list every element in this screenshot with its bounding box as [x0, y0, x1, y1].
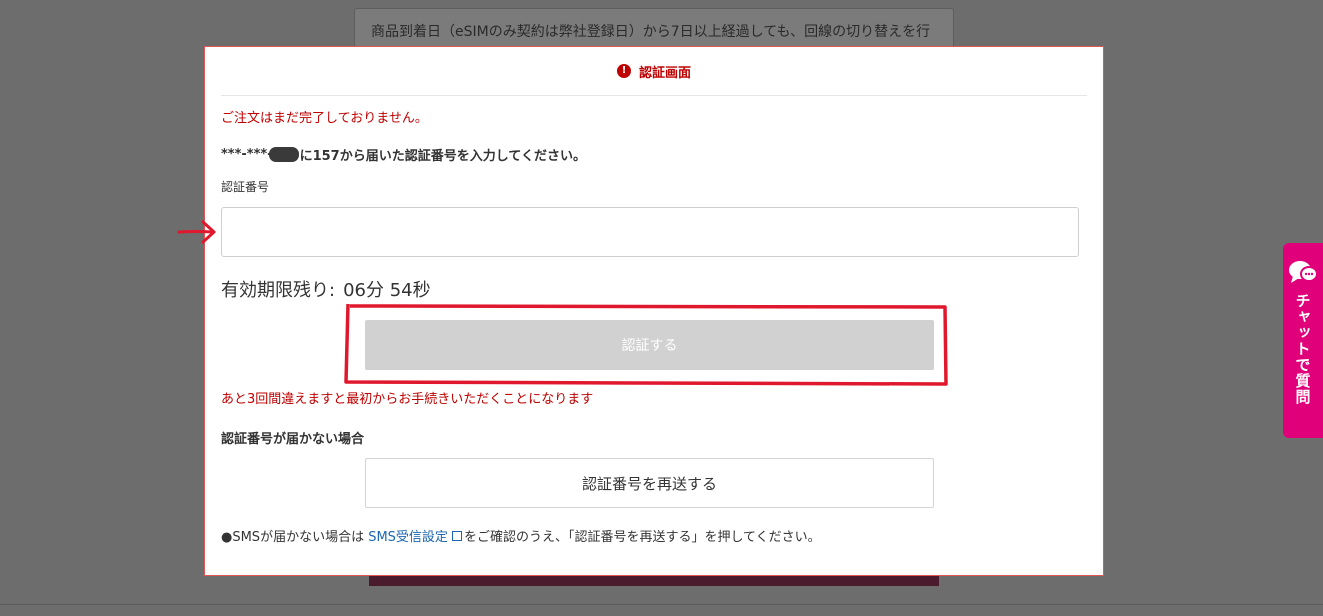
annotation-arrow [177, 220, 216, 244]
modal-header: ! 認証画面 [221, 47, 1087, 96]
annotation-highlight-box [344, 303, 948, 386]
verification-code-input[interactable] [221, 207, 1079, 257]
phone-redaction [268, 147, 299, 162]
instruction-suffix: に157から届いた認証番号を入力してください。 [299, 149, 586, 164]
sms-note-suffix: をご確認のうえ、「認証番号を再送する」を押してください。 [463, 530, 821, 545]
external-link-icon [451, 531, 462, 541]
alert-icon: ! [616, 64, 631, 78]
background-divider [0, 604, 1323, 605]
chat-tab[interactable]: チャットで質問 [1283, 243, 1323, 438]
chat-tab-label: チャットで質問 [1293, 293, 1312, 405]
code-field-label: 認証番号 [221, 180, 270, 194]
masked-phone-prefix: ***-***- [221, 147, 273, 162]
order-incomplete-warning: ご注文はまだ完了しておりません。 [221, 111, 428, 126]
sms-note-prefix: ●SMSが届かない場合は [221, 530, 369, 545]
sms-note: ●SMSが届かない場合は SMS受信設定 をご確認のうえ、「認証番号を再送する」を… [221, 526, 821, 545]
modal-title: 認証画面 [638, 65, 691, 81]
timer-label: 有効期限残り: [221, 280, 336, 301]
background-notice-text: 商品到着日（eSIMのみ契約は弊社登録日）から7日以上経過しても、回線の切り替え… [371, 24, 931, 40]
expiry-timer: 有効期限残り: 06分 54秒 [221, 276, 431, 302]
resend-code-button[interactable]: 認証番号を再送する [365, 458, 934, 508]
instruction-text: ***-***- に157から届いた認証番号を入力してください。 [221, 145, 586, 164]
chat-bubble-icon [1289, 261, 1318, 283]
sms-settings-link[interactable]: SMS受信設定 [368, 530, 448, 545]
not-received-heading: 認証番号が届かない場合 [221, 432, 365, 447]
timer-value: 06分 54秒 [343, 280, 431, 301]
